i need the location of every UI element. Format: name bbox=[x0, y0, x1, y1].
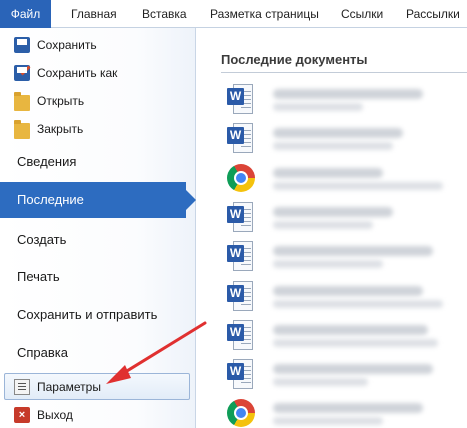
close-folder-icon bbox=[14, 119, 30, 139]
exit-label: Выход bbox=[37, 408, 73, 422]
document-name-blurred bbox=[273, 286, 423, 296]
close-label: Закрыть bbox=[37, 122, 84, 136]
word-document-icon: W bbox=[225, 320, 255, 350]
document-path-blurred bbox=[273, 103, 363, 111]
tab-insert[interactable]: Вставка bbox=[142, 0, 187, 28]
tab-home[interactable]: Главная bbox=[71, 0, 117, 28]
document-path-blurred bbox=[273, 378, 368, 386]
word-document-icon: W bbox=[225, 84, 255, 114]
backstage-nav: Сохранить Сохранить как Открыть Закрыть … bbox=[0, 28, 196, 428]
recent-document-item[interactable] bbox=[225, 394, 467, 428]
title-divider bbox=[221, 72, 467, 73]
document-name-blurred bbox=[273, 403, 423, 413]
document-path-blurred bbox=[273, 339, 438, 347]
recent-documents-title: Последние документы bbox=[221, 52, 368, 67]
recent-documents-pane: Последние документы WWWWWWW bbox=[197, 28, 467, 428]
recent-document-item[interactable]: W bbox=[225, 198, 467, 232]
exit-button[interactable]: × Выход bbox=[0, 402, 196, 428]
document-path-blurred bbox=[273, 417, 383, 425]
document-name-blurred bbox=[273, 89, 423, 99]
word-document-icon: W bbox=[225, 241, 255, 271]
document-path-blurred bbox=[273, 221, 373, 229]
recent-document-item[interactable]: W bbox=[225, 316, 467, 350]
tab-file[interactable]: Файл bbox=[0, 0, 51, 28]
word-document-icon: W bbox=[225, 281, 255, 311]
section-help[interactable]: Справка bbox=[17, 345, 68, 360]
save-as-button[interactable]: Сохранить как bbox=[0, 60, 196, 86]
save-label: Сохранить bbox=[37, 38, 97, 52]
recent-document-item[interactable]: W bbox=[225, 277, 467, 311]
open-label: Открыть bbox=[37, 94, 85, 108]
document-path-blurred bbox=[273, 142, 393, 150]
document-path-blurred bbox=[273, 300, 443, 308]
save-as-label: Сохранить как bbox=[37, 66, 118, 80]
exit-icon: × bbox=[14, 407, 30, 423]
word-document-icon: W bbox=[225, 359, 255, 389]
document-name-blurred bbox=[273, 325, 428, 335]
save-icon bbox=[14, 37, 30, 53]
recent-document-item[interactable] bbox=[225, 159, 467, 193]
open-button[interactable]: Открыть bbox=[0, 88, 196, 114]
open-folder-icon bbox=[14, 91, 30, 111]
document-path-blurred bbox=[273, 260, 383, 268]
section-recent[interactable]: Последние bbox=[0, 182, 196, 218]
chrome-file-icon bbox=[225, 398, 255, 428]
ribbon-tab-bar: Файл Главная Вставка Разметка страницы С… bbox=[0, 0, 467, 28]
recent-document-item[interactable]: W bbox=[225, 119, 467, 153]
document-name-blurred bbox=[273, 168, 383, 178]
word-document-icon: W bbox=[225, 123, 255, 153]
document-name-blurred bbox=[273, 246, 433, 256]
options-button[interactable]: Параметры bbox=[4, 373, 190, 400]
section-recent-label: Последние bbox=[17, 192, 84, 207]
recent-document-item[interactable]: W bbox=[225, 80, 467, 114]
recent-document-item[interactable]: W bbox=[225, 355, 467, 389]
document-name-blurred bbox=[273, 128, 403, 138]
tab-page-layout[interactable]: Разметка страницы bbox=[210, 0, 319, 28]
options-label: Параметры bbox=[37, 379, 101, 394]
close-button[interactable]: Закрыть bbox=[0, 116, 196, 142]
document-name-blurred bbox=[273, 207, 393, 217]
options-icon bbox=[14, 378, 30, 395]
section-save-send[interactable]: Сохранить и отправить bbox=[17, 307, 157, 322]
save-as-icon bbox=[14, 65, 31, 81]
chrome-file-icon bbox=[225, 163, 255, 193]
active-pointer bbox=[186, 190, 196, 210]
document-name-blurred bbox=[273, 364, 433, 374]
section-print[interactable]: Печать bbox=[17, 269, 60, 284]
word-document-icon: W bbox=[225, 202, 255, 232]
section-new[interactable]: Создать bbox=[17, 232, 66, 247]
tab-mailings[interactable]: Рассылки bbox=[406, 0, 460, 28]
save-button[interactable]: Сохранить bbox=[0, 32, 196, 58]
tab-references[interactable]: Ссылки bbox=[341, 0, 383, 28]
recent-document-item[interactable]: W bbox=[225, 237, 467, 271]
section-info[interactable]: Сведения bbox=[17, 154, 76, 169]
document-path-blurred bbox=[273, 182, 443, 190]
